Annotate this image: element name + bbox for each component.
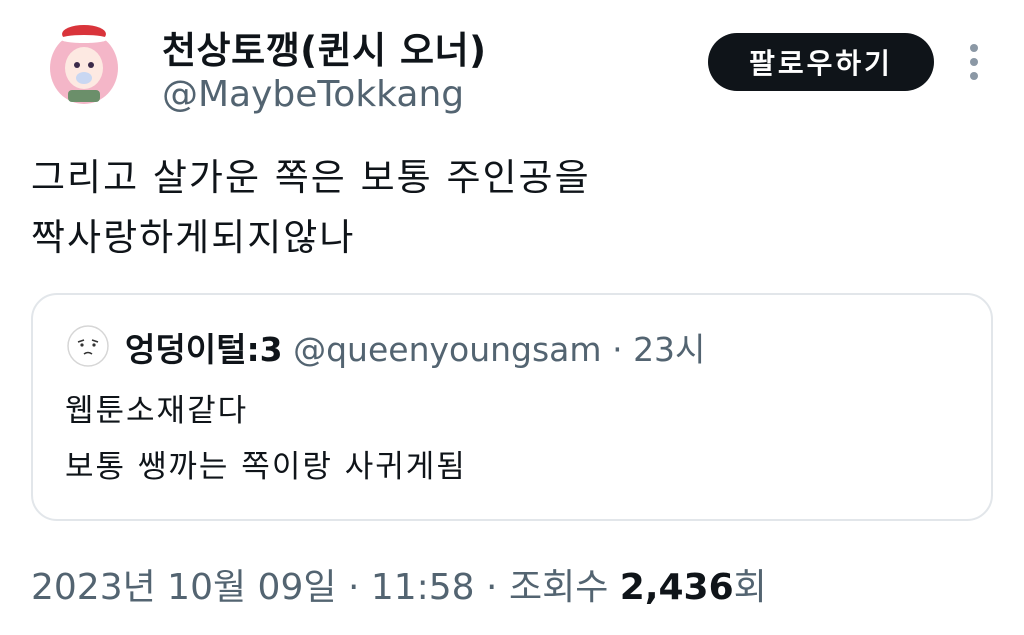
anime-character-avatar-icon: [40, 18, 128, 106]
quote-author-handle[interactable]: @queenyoungsam: [293, 330, 601, 369]
quote-timestamp[interactable]: 23시: [633, 330, 705, 369]
more-vertical-icon[interactable]: [964, 42, 984, 82]
tweet-text-line: 그리고 살가운 쪽은 보통 주인공을: [31, 156, 591, 199]
tweet-text-line: 짝사랑하게되지않나: [31, 216, 356, 259]
meta-separator: ·: [486, 567, 498, 608]
views-suffix: 회: [733, 567, 767, 608]
views-label: 조회수: [508, 567, 609, 608]
tweet-date[interactable]: 2023년 10월 09일: [31, 567, 336, 608]
quote-header: 엉덩이털:3 @queenyoungsam · 23시: [125, 323, 705, 371]
author-display-name[interactable]: 천상토깽(퀸시 오너): [162, 20, 487, 74]
doodle-face-avatar-icon: [67, 325, 109, 367]
meta-separator: ·: [347, 567, 360, 608]
quoted-tweet-card[interactable]: 엉덩이털:3 @queenyoungsam · 23시 웹툰소재같다 보통 쌩까…: [31, 293, 993, 521]
author-handle[interactable]: @MaybeTokkang: [162, 74, 464, 115]
quote-author-name[interactable]: 엉덩이털:3: [125, 330, 283, 369]
tweet-text: 그리고 살가운 쪽은 보통 주인공을 짝사랑하게되지않나: [31, 148, 591, 268]
quote-text-line: 보통 쌩까는 쪽이랑 사귀게됨: [65, 449, 467, 485]
quote-text: 웹툰소재같다 보통 쌩까는 쪽이랑 사귀게됨: [65, 383, 467, 495]
quote-text-line: 웹툰소재같다: [65, 393, 249, 429]
follow-button[interactable]: 팔로우하기: [708, 33, 934, 91]
tweet-meta: 2023년 10월 09일 · 11:58 · 조회수 2,436회: [31, 558, 767, 610]
tweet-time[interactable]: 11:58: [371, 567, 475, 608]
author-avatar[interactable]: [40, 18, 128, 106]
quote-author-avatar: [67, 325, 109, 367]
quote-separator: ·: [612, 330, 623, 369]
views-count: 2,436: [619, 567, 734, 608]
